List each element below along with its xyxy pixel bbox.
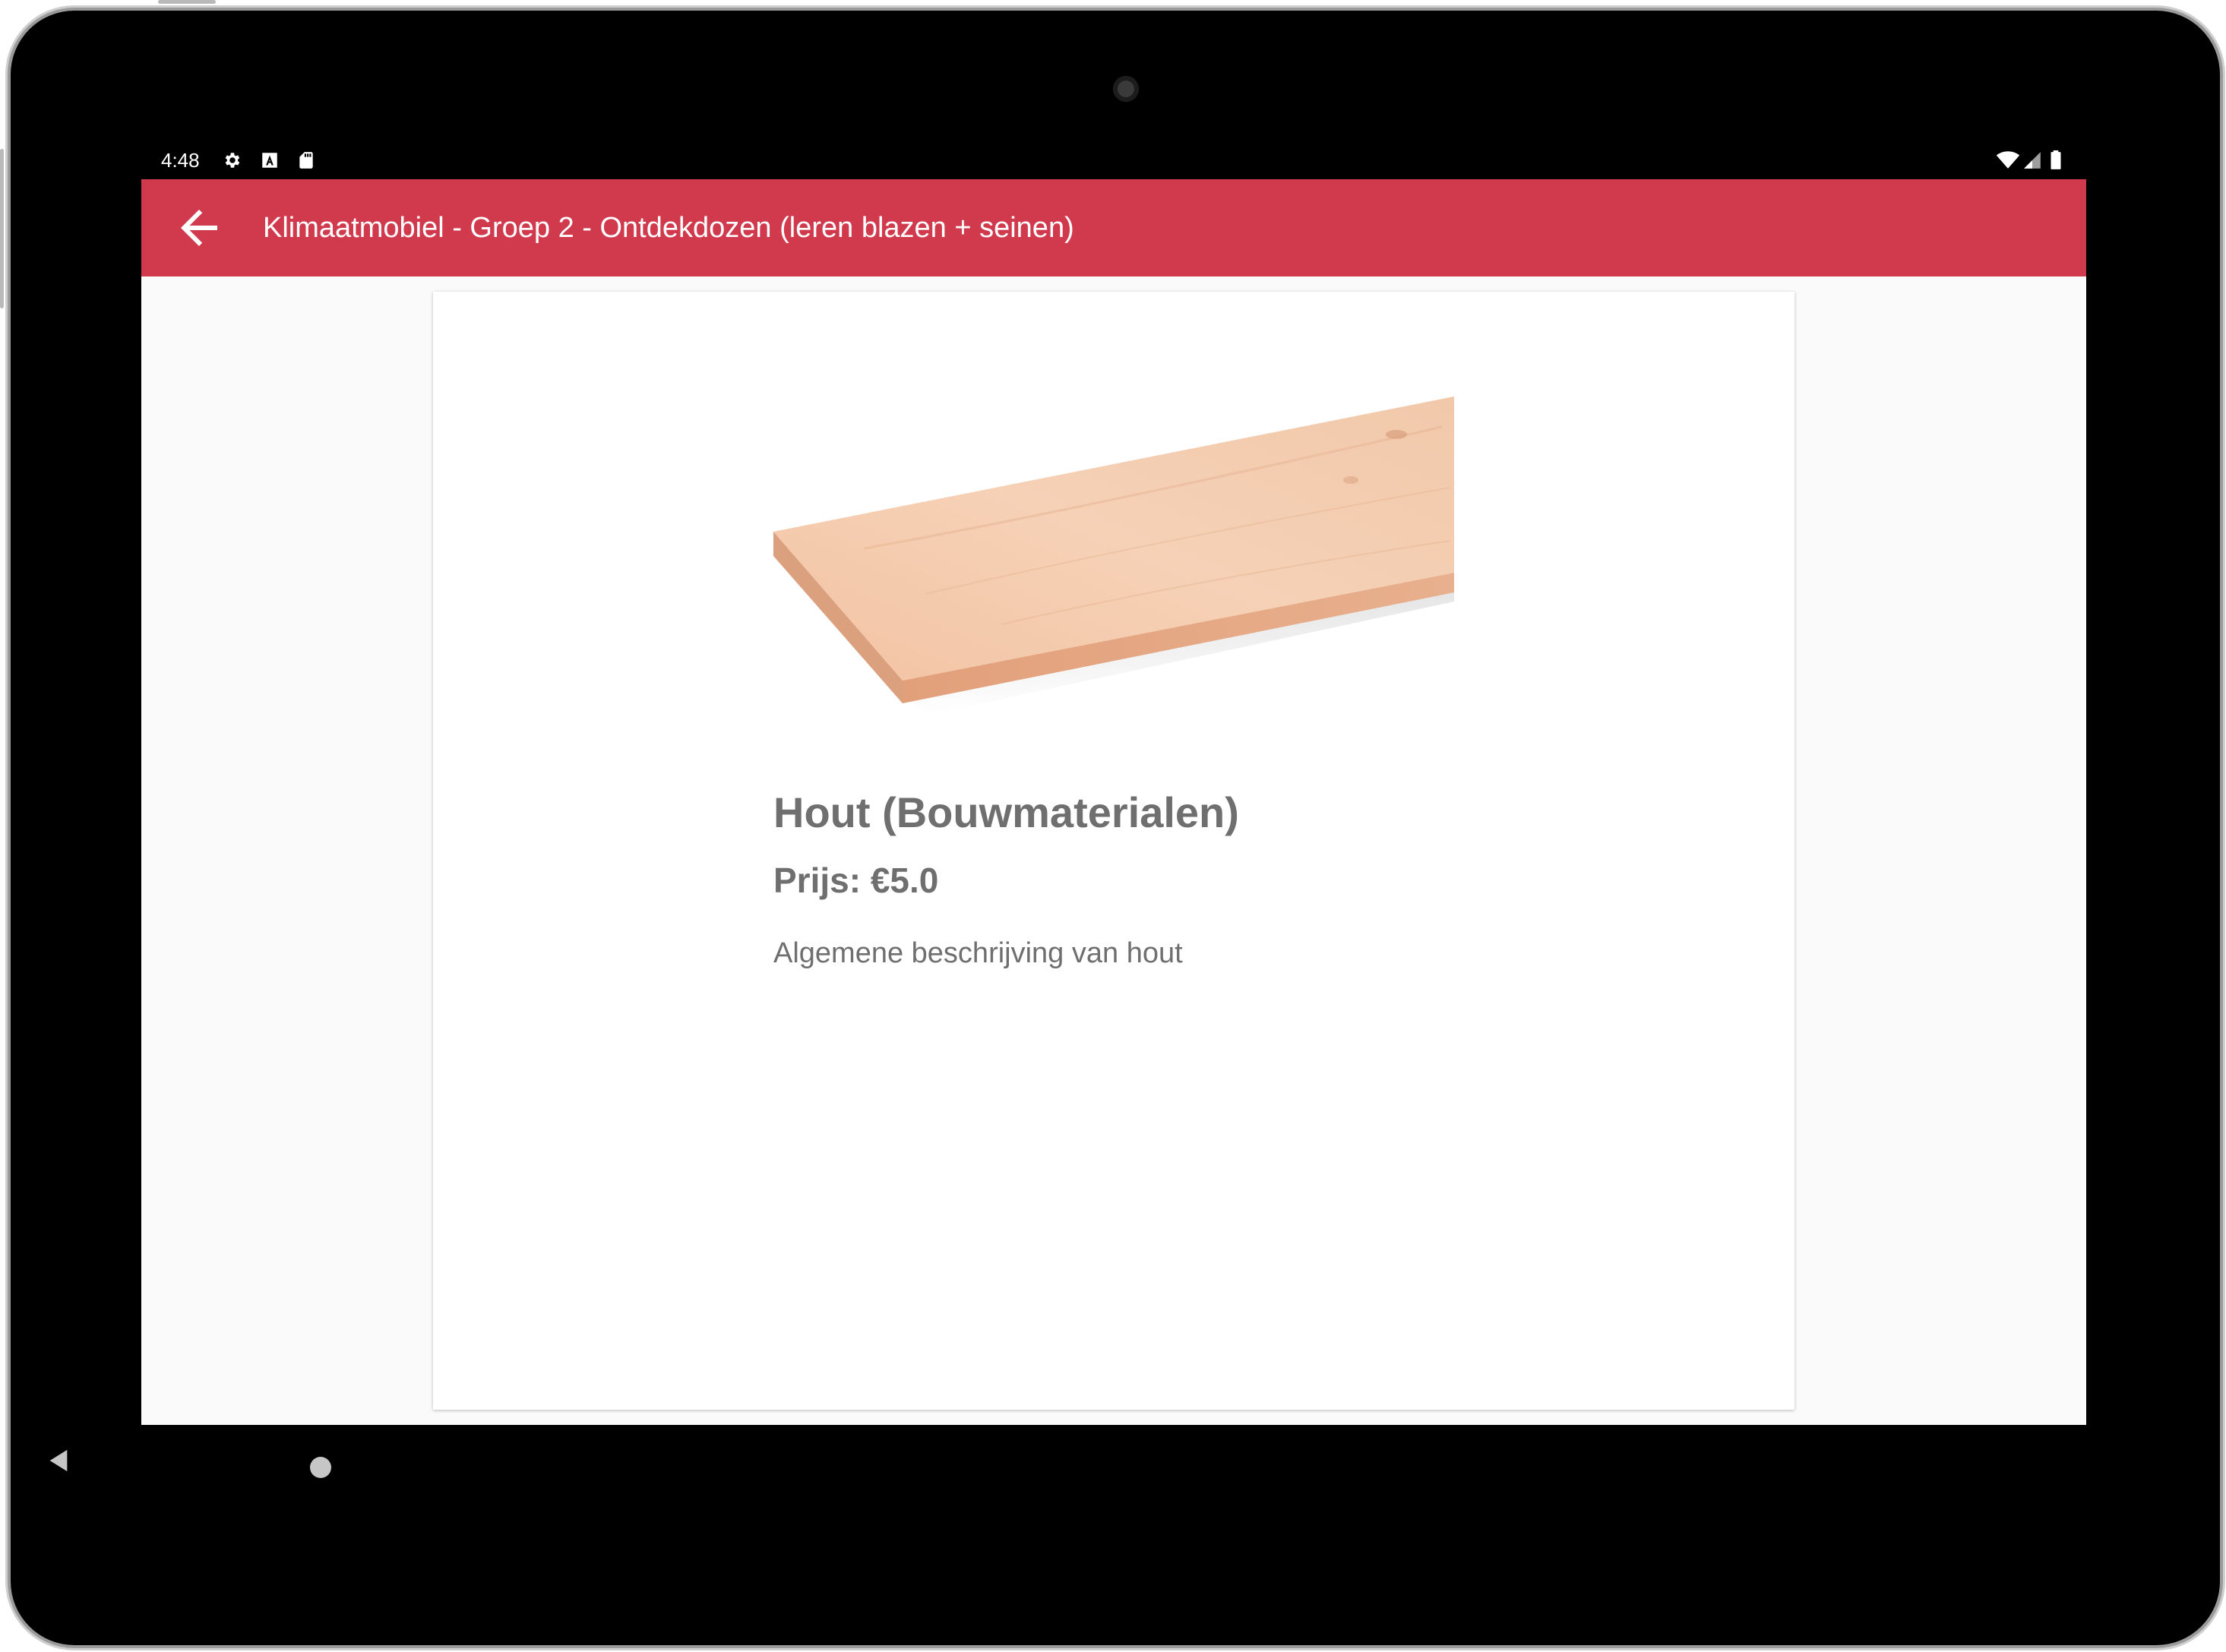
sd-card-icon xyxy=(299,152,313,169)
main-content: Hout (Bouwmaterialen) Prijs: €5.0 Algeme… xyxy=(141,276,2086,1425)
wooden-plank-image xyxy=(773,396,1454,715)
product-price: Prijs: €5.0 xyxy=(773,861,939,900)
status-time: 4:48 xyxy=(161,149,200,172)
tablet-side-button xyxy=(0,149,4,308)
arrow-left-icon xyxy=(181,210,217,246)
product-card: Hout (Bouwmaterialen) Prijs: €5.0 Algeme… xyxy=(433,292,1794,1410)
tablet-side-button xyxy=(158,0,216,4)
signal-icon xyxy=(2024,152,2041,169)
triangle-back-icon[interactable] xyxy=(46,1448,71,1474)
product-description: Algemene beschrijving van hout xyxy=(773,937,1183,969)
gear-icon xyxy=(225,153,240,168)
app-title: Klimaatmobiel - Groep 2 - Ontdekdozen (l… xyxy=(263,212,1074,244)
wifi-icon xyxy=(1996,151,2020,169)
circle-home-icon[interactable] xyxy=(310,1457,331,1478)
back-button[interactable] xyxy=(172,201,226,255)
camera xyxy=(1113,76,1139,102)
font-a-icon xyxy=(262,153,277,168)
app-bar: Klimaatmobiel - Groep 2 - Ontdekdozen (l… xyxy=(141,179,2086,276)
battery-icon xyxy=(2051,150,2061,169)
device-screen: 4:48 Klimaatmobiel - Groep 2 - Ontdekdoz… xyxy=(141,141,2086,1425)
status-bar: 4:48 xyxy=(141,141,2086,179)
product-title: Hout (Bouwmaterialen) xyxy=(773,788,1239,836)
